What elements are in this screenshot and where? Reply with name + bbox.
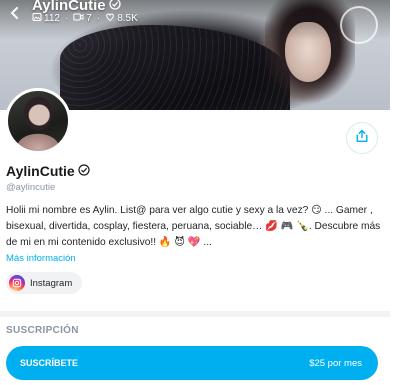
share-icon bbox=[355, 129, 369, 148]
banner-corner-circle bbox=[340, 6, 378, 44]
verified-icon bbox=[78, 163, 90, 179]
video-icon bbox=[73, 12, 84, 25]
section-divider bbox=[0, 311, 390, 317]
videos-count: 7 bbox=[86, 13, 92, 24]
subscribe-label: SUSCRÍBETE bbox=[20, 358, 79, 368]
avatar[interactable] bbox=[5, 88, 71, 154]
profile-name: AylinCutie bbox=[6, 163, 90, 179]
subscription-section-label: SUSCRIPCIÓN bbox=[6, 325, 79, 336]
photos-stat: 112 bbox=[32, 12, 60, 25]
instagram-icon bbox=[9, 275, 25, 291]
profile-name-text: AylinCutie bbox=[6, 163, 75, 179]
subscribe-button[interactable]: SUSCRÍBETE $25 por mes bbox=[6, 346, 378, 380]
instagram-label: Instagram bbox=[30, 277, 73, 289]
image-icon bbox=[32, 12, 42, 25]
share-button[interactable] bbox=[346, 122, 378, 154]
more-info-link[interactable]: Más información bbox=[6, 253, 76, 264]
subscribe-price: $25 por mes bbox=[309, 357, 362, 369]
back-arrow-icon[interactable] bbox=[4, 2, 26, 24]
likes-stat: 8.5K bbox=[105, 12, 138, 25]
heart-icon bbox=[105, 12, 115, 25]
photos-count: 112 bbox=[44, 13, 60, 24]
instagram-link[interactable]: Instagram bbox=[6, 272, 83, 294]
stat-separator: · bbox=[64, 13, 69, 24]
videos-stat: 7 bbox=[73, 12, 92, 25]
header-stats: 112 · 7 · 8.5K bbox=[32, 12, 138, 25]
stat-separator: · bbox=[96, 13, 101, 24]
profile-bio: Holii mi nombre es Aylin. List@ para ver… bbox=[6, 205, 381, 248]
profile-handle: @aylincutie bbox=[6, 182, 56, 193]
likes-count: 8.5K bbox=[117, 13, 138, 24]
